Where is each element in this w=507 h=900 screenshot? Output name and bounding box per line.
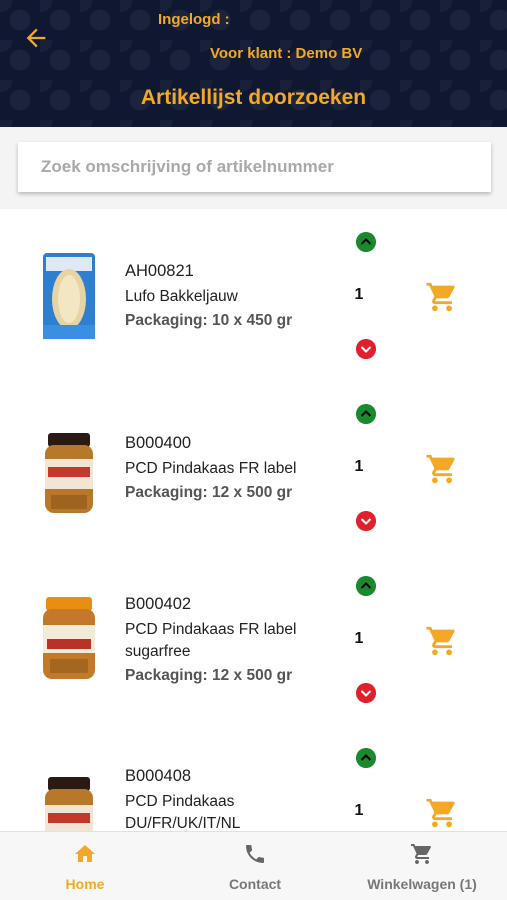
peanut-butter-jar-image	[45, 433, 93, 513]
increase-quantity-button[interactable]	[356, 404, 376, 424]
product-packaging: Packaging: 10 x 450 gr	[125, 312, 293, 329]
add-to-cart-button[interactable]	[424, 796, 460, 830]
list-item: B000402 PCD Pindakaas FR label sugarfree…	[0, 573, 507, 745]
nav-contact-label: Contact	[228, 876, 282, 892]
increase-quantity-button[interactable]	[356, 232, 376, 252]
product-name: PCD Pindakaas FR label	[125, 460, 297, 477]
increase-quantity-button[interactable]	[356, 748, 376, 768]
nav-cart-label: Winkelwagen (1)	[367, 876, 477, 892]
fish-bag-image	[43, 253, 95, 339]
product-info: B000402 PCD Pindakaas FR label sugarfree…	[125, 595, 330, 685]
add-to-cart-button[interactable]	[424, 280, 460, 314]
decrease-quantity-button[interactable]	[356, 511, 376, 531]
product-info: B000400 PCD Pindakaas FR label Packaging…	[125, 434, 330, 502]
nav-home-label: Home	[65, 876, 105, 892]
product-code: B000400	[125, 434, 192, 452]
app-header: Ingelogd : Voor klant : Demo BV Artikell…	[0, 0, 507, 127]
product-code: B000402	[125, 595, 192, 613]
increase-quantity-button[interactable]	[356, 576, 376, 596]
cart-icon	[411, 844, 431, 864]
home-icon	[75, 845, 95, 862]
product-name: PCD Pindakaas DU/FR/UK/IT/NL	[125, 793, 241, 831]
nav-cart[interactable]: Winkelwagen (1)	[357, 832, 487, 900]
bottom-nav: Home Contact Winkelwagen (1)	[0, 831, 507, 900]
quantity-value: 1	[354, 802, 364, 819]
product-info: B000408 PCD Pindakaas DU/FR/UK/IT/NL	[125, 767, 330, 831]
search-bar	[0, 127, 507, 209]
quantity-value: 1	[354, 630, 364, 647]
product-code: B000408	[125, 767, 192, 785]
list-item: AH00821 Lufo Bakkeljauw Packaging: 10 x …	[0, 229, 507, 401]
nav-home[interactable]: Home	[20, 832, 150, 900]
peanut-butter-jar-image	[45, 777, 93, 831]
product-list: AH00821 Lufo Bakkeljauw Packaging: 10 x …	[0, 209, 507, 831]
logged-in-label: Ingelogd :	[158, 11, 230, 28]
product-packaging: Packaging: 12 x 500 gr	[125, 667, 293, 684]
product-name: PCD Pindakaas FR label sugarfree	[125, 621, 297, 660]
quantity-value: 1	[354, 458, 364, 475]
product-info: AH00821 Lufo Bakkeljauw Packaging: 10 x …	[125, 262, 330, 330]
product-code: AH00821	[125, 262, 194, 280]
search-input[interactable]	[18, 142, 491, 192]
decrease-quantity-button[interactable]	[356, 683, 376, 703]
product-name: Lufo Bakkeljauw	[125, 288, 238, 305]
page-title: Artikellijst doorzoeken	[140, 86, 367, 109]
back-arrow-icon[interactable]	[22, 24, 50, 52]
add-to-cart-button[interactable]	[424, 624, 460, 658]
list-item: B000408 PCD Pindakaas DU/FR/UK/IT/NL 1	[0, 745, 507, 831]
phone-icon	[246, 845, 264, 863]
product-packaging: Packaging: 12 x 500 gr	[125, 484, 293, 501]
add-to-cart-button[interactable]	[424, 452, 460, 486]
quantity-value: 1	[354, 286, 364, 303]
peanut-butter-jar-orange-image	[43, 597, 95, 679]
nav-contact[interactable]: Contact	[190, 832, 320, 900]
list-item: B000400 PCD Pindakaas FR label Packaging…	[0, 401, 507, 573]
customer-label: Voor klant : Demo BV	[210, 45, 363, 62]
decrease-quantity-button[interactable]	[356, 339, 376, 359]
